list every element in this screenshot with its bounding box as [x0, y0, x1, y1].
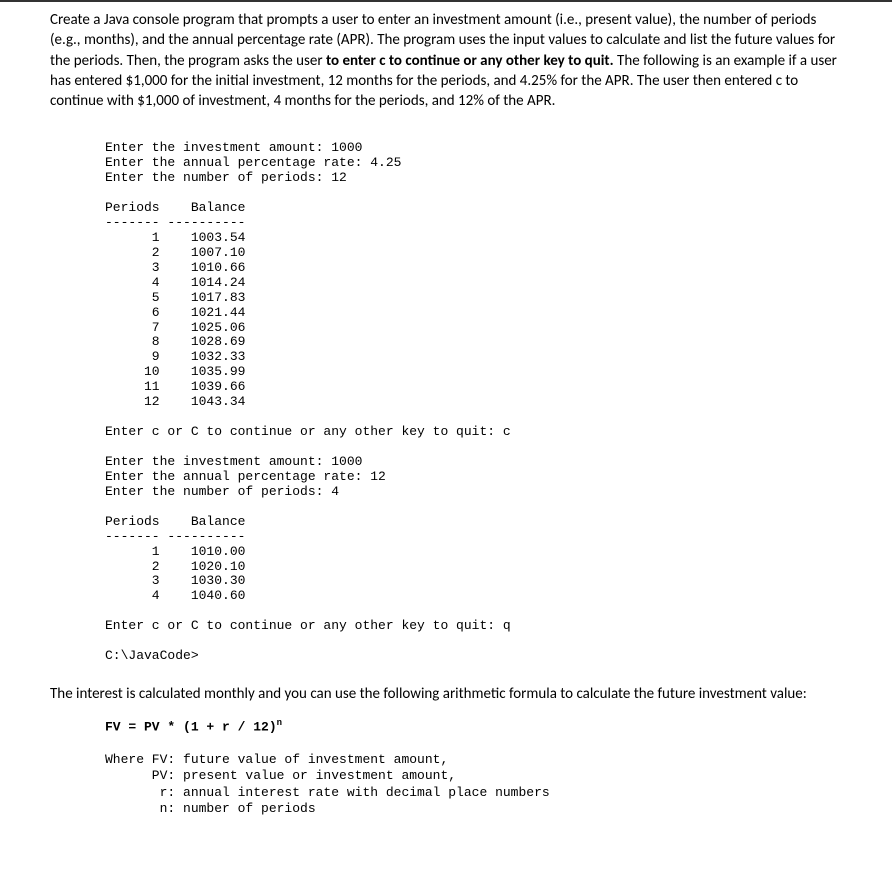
continue-val-2: q — [503, 618, 511, 633]
table-row: 6 1021.44 — [105, 305, 245, 320]
table-row: 3 1010.66 — [105, 260, 245, 275]
prompt-apr-2: Enter the annual percentage rate: — [105, 469, 370, 484]
table-row: 4 1014.24 — [105, 275, 245, 290]
val-periods-1: 12 — [331, 170, 347, 185]
table-row: 2 1007.10 — [105, 245, 245, 260]
table-row: 12 1043.34 — [105, 394, 245, 409]
intro-text-bold: to enter c to continue or any other key … — [326, 52, 614, 70]
table-row: 3 1030.30 — [105, 573, 245, 588]
prompt-invest-1: Enter the investment amount: — [105, 140, 331, 155]
table-row: 8 1028.69 — [105, 334, 245, 349]
table-row: 7 1025.06 — [105, 320, 245, 335]
continue-val-1: c — [503, 424, 511, 439]
table-row: 4 1040.60 — [105, 588, 245, 603]
where-line-4: n: number of periods — [105, 801, 316, 816]
formula-block: FV = PV * (1 + r / 12)n Where FV: future… — [105, 718, 842, 817]
formula-line: FV = PV * (1 + r / 12) — [105, 720, 277, 735]
table-row: 1 1010.00 — [105, 544, 245, 559]
formula-exponent: n — [277, 718, 282, 728]
console-output: Enter the investment amount: 1000 Enter … — [105, 141, 842, 664]
prompt-periods-1: Enter the number of periods: — [105, 170, 331, 185]
problem-statement: Create a Java console program that promp… — [50, 10, 842, 111]
explanation-text: The interest is calculated monthly and y… — [50, 684, 842, 704]
prompt-apr-1: Enter the annual percentage rate: — [105, 155, 370, 170]
table-header-2: Periods Balance — [105, 514, 245, 529]
prompt-periods-2: Enter the number of periods: — [105, 484, 331, 499]
prompt-invest-2: Enter the investment amount: — [105, 454, 331, 469]
val-invest-2: 1000 — [331, 454, 362, 469]
table-row: 5 1017.83 — [105, 290, 245, 305]
where-line-1: Where FV: future value of investment amo… — [105, 752, 448, 767]
table-row: 11 1039.66 — [105, 379, 245, 394]
val-apr-1: 4.25 — [370, 155, 401, 170]
continue-prompt-1: Enter c or C to continue or any other ke… — [105, 424, 503, 439]
val-periods-2: 4 — [331, 484, 339, 499]
continue-prompt-2: Enter c or C to continue or any other ke… — [105, 618, 503, 633]
table-row: 10 1035.99 — [105, 364, 245, 379]
table-row: 1 1003.54 — [105, 230, 245, 245]
cwd-prompt: C:\JavaCode> — [105, 648, 199, 663]
where-line-3: r: annual interest rate with decimal pla… — [105, 785, 550, 800]
table-divider-2: ------- ---------- — [105, 529, 245, 544]
table-row: 2 1020.10 — [105, 559, 245, 574]
val-invest-1: 1000 — [331, 140, 362, 155]
table-divider-1: ------- ---------- — [105, 215, 245, 230]
where-line-2: PV: present value or investment amount, — [105, 768, 456, 783]
table-row: 9 1032.33 — [105, 349, 245, 364]
val-apr-2: 12 — [370, 469, 386, 484]
table-header-1: Periods Balance — [105, 200, 245, 215]
